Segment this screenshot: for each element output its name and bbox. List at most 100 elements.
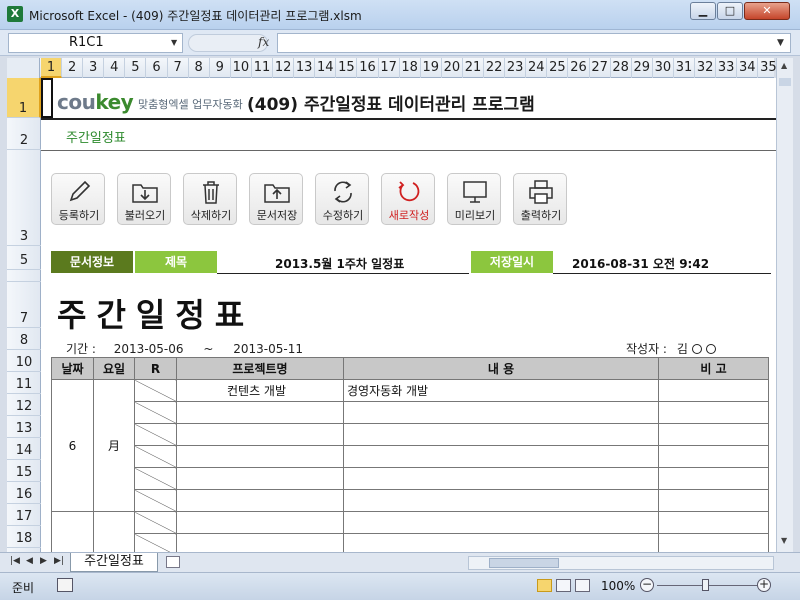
weekday-cell[interactable]: 月	[93, 379, 135, 512]
column-header-cell[interactable]: 12	[273, 58, 295, 78]
r-cell[interactable]	[134, 423, 177, 446]
minimize-button[interactable]: ▁	[690, 2, 716, 20]
row-header-cell[interactable]	[7, 270, 41, 282]
note-cell[interactable]	[658, 401, 769, 424]
date-cell[interactable]: 6	[51, 379, 94, 512]
r-cell[interactable]	[134, 511, 177, 534]
saved-at-value[interactable]: 2016-08-31 오전 9:42	[572, 255, 709, 272]
save-document-button[interactable]: 문서저장	[249, 173, 303, 225]
period-end[interactable]: 2013-05-11	[233, 342, 303, 356]
column-header-cell[interactable]: 29	[632, 58, 653, 78]
column-header-cell[interactable]: 16	[358, 58, 379, 78]
row-header-cell[interactable]: 18	[7, 526, 41, 548]
column-header-cell[interactable]: 24	[526, 58, 548, 78]
date-cell[interactable]	[51, 511, 94, 552]
note-cell[interactable]	[658, 445, 769, 468]
column-header-cell[interactable]: 26	[569, 58, 590, 78]
column-header-cell[interactable]: 17	[379, 58, 400, 78]
load-button[interactable]: 불러오기	[117, 173, 171, 225]
content-cell[interactable]	[343, 445, 659, 468]
column-header-cell[interactable]: 31	[674, 58, 695, 78]
scroll-down-icon[interactable]: ▼	[781, 536, 787, 545]
zoom-slider-thumb[interactable]	[702, 579, 709, 591]
column-header-cell[interactable]: 8	[189, 58, 210, 78]
zoom-out-button[interactable]: −	[640, 578, 654, 592]
project-cell[interactable]	[176, 401, 344, 424]
excel-app-icon[interactable]: X	[7, 6, 23, 22]
name-box[interactable]: R1C1	[8, 33, 183, 53]
column-header-cell[interactable]: 9	[210, 58, 231, 78]
row-header-cell[interactable]: 11	[7, 372, 41, 394]
column-header-cell[interactable]: 23	[505, 58, 527, 78]
content-cell[interactable]	[343, 401, 659, 424]
row-header-cell[interactable]: 8	[7, 328, 41, 350]
normal-view-icon[interactable]	[537, 579, 552, 592]
project-cell[interactable]: 컨텐츠 개발	[176, 379, 344, 402]
row-header-cell[interactable]: 10	[7, 350, 41, 372]
row-header-cell[interactable]: 14	[7, 438, 41, 460]
note-cell[interactable]	[658, 489, 769, 512]
column-header-cell[interactable]: 30	[653, 58, 674, 78]
column-header-cell[interactable]: 22	[484, 58, 506, 78]
note-cell[interactable]	[658, 467, 769, 490]
sheet-tab-weekly[interactable]: 주간일정표	[70, 553, 158, 572]
column-header-cell[interactable]: 21	[463, 58, 484, 78]
formula-input[interactable]	[277, 33, 791, 53]
table-row[interactable]	[52, 467, 769, 490]
column-header-cell[interactable]: 4	[104, 58, 126, 78]
r-cell[interactable]	[134, 467, 177, 490]
edit-button[interactable]: 수정하기	[315, 173, 369, 225]
column-header-cell[interactable]: 18	[400, 58, 421, 78]
project-cell[interactable]	[176, 489, 344, 512]
horizontal-scroll-thumb[interactable]	[489, 558, 559, 568]
column-header-cell[interactable]: 5	[125, 58, 147, 78]
column-header-cell[interactable]: 15	[336, 58, 358, 78]
note-cell[interactable]	[658, 533, 769, 552]
horizontal-scrollbar[interactable]	[468, 556, 774, 570]
project-cell[interactable]	[176, 511, 344, 534]
column-header-cell[interactable]: 6	[147, 58, 168, 78]
table-row[interactable]	[52, 423, 769, 446]
column-header-cell[interactable]: 14	[315, 58, 337, 78]
insert-sheet-icon[interactable]	[166, 556, 180, 568]
content-cell[interactable]	[343, 533, 659, 552]
column-header-cell[interactable]: 19	[421, 58, 442, 78]
column-header-cell[interactable]: 7	[168, 58, 189, 78]
print-button[interactable]: 출력하기	[513, 173, 567, 225]
note-cell[interactable]	[658, 511, 769, 534]
column-header-cell[interactable]: 13	[294, 58, 316, 78]
table-row[interactable]: 6 月 컨텐츠 개발 경영자동화 개발	[51, 379, 769, 512]
r-cell[interactable]	[134, 533, 177, 552]
r-cell[interactable]	[134, 445, 177, 468]
note-cell[interactable]	[658, 423, 769, 446]
maximize-button[interactable]: □	[717, 2, 743, 20]
last-sheet-icon[interactable]: ▶|	[54, 556, 64, 566]
column-header-cell[interactable]: 1	[41, 58, 62, 78]
project-cell[interactable]	[176, 423, 344, 446]
column-header-cell[interactable]: 20	[442, 58, 463, 78]
scroll-up-icon[interactable]: ▲	[781, 61, 787, 70]
name-box-dropdown-icon[interactable]: ▼	[171, 38, 177, 47]
project-cell[interactable]	[176, 533, 344, 552]
author-value[interactable]: 김	[677, 342, 688, 356]
table-row[interactable]	[51, 511, 769, 552]
register-button[interactable]: 등록하기	[51, 173, 105, 225]
column-header-cell[interactable]: 11	[252, 58, 273, 78]
macro-record-icon[interactable]	[57, 578, 73, 592]
column-header-cell[interactable]: 2	[62, 58, 84, 78]
column-header-cell[interactable]: 27	[590, 58, 611, 78]
note-cell[interactable]	[658, 379, 769, 402]
project-cell[interactable]	[176, 445, 344, 468]
table-row[interactable]	[52, 445, 769, 468]
column-header-cell[interactable]: 34	[737, 58, 759, 78]
column-header-cell[interactable]: 33	[716, 58, 738, 78]
r-cell[interactable]	[134, 401, 177, 424]
row-header-cell[interactable]: 2	[7, 118, 41, 150]
column-header-cell[interactable]: 32	[695, 58, 717, 78]
close-button[interactable]: ✕	[744, 2, 790, 20]
first-sheet-icon[interactable]: |◀	[10, 556, 20, 566]
r-cell[interactable]	[134, 379, 177, 402]
content-cell[interactable]	[343, 489, 659, 512]
content-cell[interactable]	[343, 511, 659, 534]
project-cell[interactable]	[176, 467, 344, 490]
